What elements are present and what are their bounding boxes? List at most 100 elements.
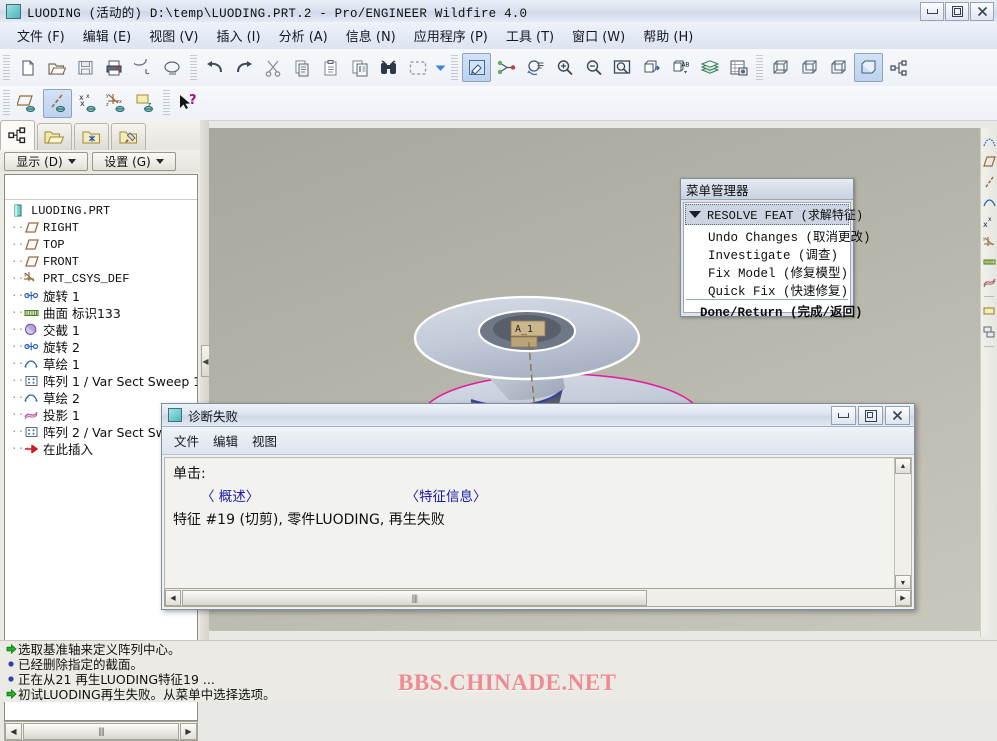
copy-button[interactable]	[288, 54, 315, 81]
close-button[interactable]	[970, 2, 994, 21]
analysis-feature-button[interactable]	[982, 254, 996, 269]
save-button[interactable]	[72, 54, 99, 81]
restore-button[interactable]	[858, 406, 883, 425]
sketch-tool-button[interactable]	[982, 134, 996, 149]
context-help-button[interactable]: ?	[174, 90, 201, 117]
scroll-up-icon[interactable]: ▲	[895, 458, 911, 474]
menu-item-fix-model[interactable]: Fix Model (修复模型)	[684, 262, 850, 281]
model-tree-toggle-button[interactable]	[885, 54, 912, 81]
tree-item-front-plane[interactable]: ··· FRONT	[11, 253, 197, 270]
close-button[interactable]	[885, 406, 910, 425]
toolbar-grip-3[interactable]	[451, 54, 458, 81]
tree-item-sketch-1[interactable]: ··· 草绘 1	[11, 355, 197, 372]
menu-item-analysis[interactable]: 分析 (A)	[270, 23, 337, 48]
folder-browser-tab[interactable]	[37, 123, 72, 150]
paste-button[interactable]	[317, 54, 344, 81]
toolbar-grip[interactable]	[3, 54, 10, 81]
minimize-button[interactable]	[920, 2, 944, 21]
saved-views-button[interactable]	[725, 54, 752, 81]
wireframe-button[interactable]	[767, 54, 794, 81]
datum-point-tool-button[interactable]: xx	[982, 214, 996, 229]
menu-item-view[interactable]: 视图 (V)	[140, 23, 207, 48]
settings-menu-button[interactable]: 设置 (G)	[92, 151, 176, 171]
csys-display-button[interactable]: yz x	[103, 90, 130, 117]
menu-item-quick-fix[interactable]: Quick Fix (快速修复)	[684, 280, 850, 299]
find-button[interactable]	[375, 54, 402, 81]
redo-button[interactable]	[230, 54, 257, 81]
model-tree-hscrollbar[interactable]: ◀ |||| ▶	[4, 721, 198, 741]
menu-item-done-return[interactable]: Done/Return (完成/返回)	[684, 301, 863, 320]
no-hidden-button[interactable]	[825, 54, 852, 81]
open-file-button[interactable]	[43, 54, 70, 81]
menu-item-window[interactable]: 窗口 (W)	[563, 23, 634, 48]
diagnostics-dialog[interactable]: 诊断失败 文件 编辑 视图 单击: 〈 概述〉 〈特征信息〉 特征 #19 (切…	[161, 403, 915, 610]
extrude-tool-button[interactable]	[982, 304, 996, 319]
new-file-button[interactable]	[14, 54, 41, 81]
menu-item-edit[interactable]: 编辑 (E)	[74, 23, 141, 48]
diagnostics-menu-view[interactable]: 视图	[252, 431, 277, 450]
plane-display-button[interactable]	[14, 90, 41, 117]
zoom-out-button[interactable]	[580, 54, 607, 81]
favorites-folder-tab[interactable]	[74, 123, 109, 150]
menu-item-investigate[interactable]: Investigate (调查)	[684, 244, 850, 263]
scroll-thumb[interactable]: ||||	[23, 722, 179, 740]
tree-item-surface-133[interactable]: ··· 曲面 标识133	[11, 304, 197, 321]
diagnostics-menu-file[interactable]: 文件	[174, 431, 199, 450]
datum-display-button[interactable]	[638, 54, 665, 81]
reorient-button[interactable]	[522, 54, 549, 81]
menu-item-applications[interactable]: 应用程序 (P)	[405, 23, 497, 48]
model-tree-tab[interactable]	[0, 120, 35, 150]
print-button[interactable]	[101, 54, 128, 81]
hidden-line-button[interactable]	[796, 54, 823, 81]
scroll-right-icon[interactable]: ▶	[895, 589, 911, 606]
tree-item-intersect-1[interactable]: ··· 交截 1	[11, 321, 197, 338]
connections-tab[interactable]	[111, 123, 146, 150]
annotation-toggle-button[interactable]: z	[132, 90, 159, 117]
diagnostics-hscrollbar[interactable]: ◀ |||| ▶	[164, 588, 912, 607]
menu-manager-header[interactable]: RESOLVE FEAT (求解特征)	[685, 204, 863, 225]
selection-filter-dropdown[interactable]	[433, 54, 447, 81]
tree-item-top-plane[interactable]: ··· TOP	[11, 236, 197, 253]
paste-special-button[interactable]	[346, 54, 373, 81]
diagnostics-menu-edit[interactable]: 编辑	[213, 431, 238, 450]
menu-item-file[interactable]: 文件 (F)	[8, 23, 74, 48]
toolbar-grip-5[interactable]	[3, 90, 10, 116]
email-link-button[interactable]	[130, 54, 157, 81]
link-feature-info[interactable]: 〈特征信息〉	[406, 489, 487, 505]
tree-item-revolve-2[interactable]: ··· 旋转 2	[11, 338, 197, 355]
minimize-button[interactable]	[831, 406, 856, 425]
layer-display-button[interactable]	[696, 54, 723, 81]
point-display-button[interactable]: xxx	[74, 90, 101, 117]
menu-item-help[interactable]: 帮助 (H)	[634, 23, 702, 48]
tree-item-csys[interactable]: ··· y PRT_CSYS_DEF	[11, 270, 197, 287]
show-menu-button[interactable]: 显示 (D)	[4, 151, 88, 171]
axis-display-button[interactable]	[43, 88, 72, 118]
menu-item-insert[interactable]: 插入 (I)	[207, 23, 269, 48]
scroll-left-icon[interactable]: ◀	[5, 722, 22, 740]
menu-item-info[interactable]: 信息 (N)	[337, 23, 405, 48]
spin-center-button[interactable]	[493, 54, 520, 81]
shaded-button[interactable]	[854, 53, 883, 82]
selection-filter-button[interactable]	[404, 54, 431, 81]
undo-button[interactable]	[201, 54, 228, 81]
datum-axis-tool-button[interactable]	[982, 174, 996, 189]
menu-item-tools[interactable]: 工具 (T)	[497, 23, 563, 48]
graph-feature-button[interactable]	[982, 274, 996, 289]
restore-button[interactable]	[945, 2, 969, 21]
zoom-in-button[interactable]	[551, 54, 578, 81]
email-send-button[interactable]	[159, 54, 186, 81]
datum-csys-tool-button[interactable]: y	[982, 234, 996, 249]
scroll-left-icon[interactable]: ◀	[165, 589, 181, 606]
datum-plane-tool-button[interactable]	[982, 154, 996, 169]
repaint-button[interactable]	[462, 53, 491, 82]
shell-tool-button[interactable]	[982, 324, 996, 339]
tree-item-pattern-1[interactable]: ··· 阵列 1 / Var Sect Sweep 1	[11, 372, 197, 389]
toolbar-grip-6[interactable]	[163, 90, 170, 116]
menu-item-undo-changes[interactable]: Undo Changes (取消更改)	[684, 226, 871, 245]
tree-item-revolve-1[interactable]: ··· 旋转 1	[11, 287, 197, 304]
tree-item-right-plane[interactable]: ··· RIGHT	[11, 219, 197, 236]
annotation-display-button[interactable]: AB	[667, 54, 694, 81]
diagnostics-vscrollbar[interactable]: ▲ ▼	[894, 458, 911, 591]
refit-button[interactable]	[609, 54, 636, 81]
link-overview[interactable]: 〈 概述〉	[201, 489, 259, 505]
